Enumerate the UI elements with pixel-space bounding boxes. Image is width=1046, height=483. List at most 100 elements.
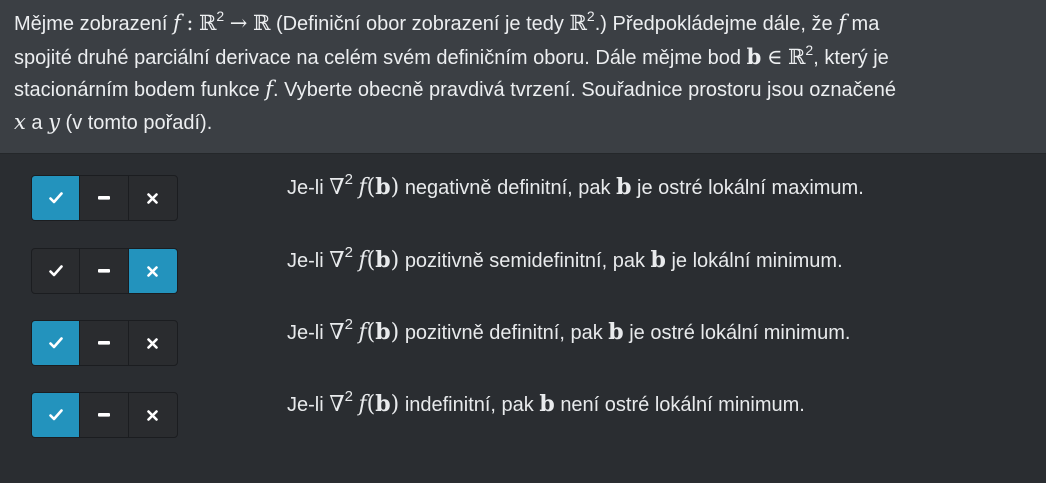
question-part: .) Předpokládejme dále, že [594,13,833,35]
statement-suffix: je ostré lokální minimum. [629,322,851,344]
question-part: . Vyberte obecně pravdivá tvrzení. Souřa… [273,79,896,101]
answer-toggle-group [31,175,178,221]
true-button[interactable] [32,393,81,437]
math-exponent: 2 [344,171,353,188]
math-paren: ( [366,320,376,345]
x-icon [147,337,159,349]
neutral-button[interactable] [80,176,129,220]
options-list: Je-li ∇2 f(b) negativně definitní, pak b… [0,154,1046,482]
x-icon [147,409,159,421]
math-b: b [608,319,624,345]
option-row: Je-li ∇2 f(b) pozitivně definitní, pak b… [0,317,1046,380]
math-paren: ) [390,320,400,345]
statement-suffix: je ostré lokální maximum. [637,177,864,199]
statement-prefix: Je-li [287,177,324,199]
math-b: b [616,174,632,200]
math-b: b [650,247,666,273]
neutral-button[interactable] [80,393,129,437]
math-set: ℝ [198,11,217,35]
dash-icon [98,196,111,200]
x-icon [147,265,159,277]
true-button[interactable] [32,321,81,365]
math-exponent: 2 [344,316,353,333]
math-set: ℝ [252,11,271,35]
math-paren: ) [390,248,400,273]
question-part: (Definiční obor zobrazení je tedy [275,13,564,35]
statement-mid: pozitivně semidefinitní, pak [404,250,645,272]
answer-toggle-group [31,248,178,294]
statement-mid: negativně definitní, pak [404,177,611,199]
math-paren: ) [390,392,400,417]
math-y: y [48,109,60,134]
statement-prefix: Je-li [287,250,324,272]
true-button[interactable] [32,176,81,220]
question-part: ma [851,13,880,35]
check-icon [48,265,63,277]
math-nabla: ∇ [329,175,345,200]
neutral-button[interactable] [80,249,129,293]
math-b: b [375,174,391,200]
math-exponent: 2 [344,388,353,405]
statement-text: Je-li ∇2 f(b) pozitivně semidefinitní, p… [287,245,843,276]
math-paren: ) [390,175,400,200]
math-paren: ( [366,248,376,273]
math-f: f [358,175,367,200]
math-f: f [358,248,367,273]
question-text: Mějme zobrazení f : ℝ2 → ℝ (Definiční ob… [0,0,1046,154]
question-part: a [31,111,43,134]
math-exponent: 2 [344,244,353,261]
question-part: , který je [813,46,889,69]
math-b: b [375,319,391,345]
math-b: b [539,391,555,417]
statement-prefix: Je-li [287,322,324,344]
option-row: Je-li ∇2 f(b) negativně definitní, pak b… [0,172,1046,235]
math-x: x [14,109,26,134]
check-icon [48,192,63,204]
math-exponent: 2 [216,8,225,24]
false-button[interactable] [129,176,177,220]
math-arrow: → [229,11,248,35]
dash-icon [98,341,111,345]
false-button[interactable] [129,321,177,365]
math-set: ℝ [569,11,587,35]
statement-prefix: Je-li [287,394,324,416]
math-f: f [358,320,367,345]
question-part: (v tomto pořadí). [65,111,213,134]
math-nabla: ∇ [329,392,345,417]
dash-icon [98,413,111,417]
x-icon [147,192,159,204]
answer-toggle-group [31,392,178,438]
option-row: Je-li ∇2 f(b) indefinitní, pak b není os… [0,389,1046,452]
question-part: spojité druhé parciální derivace na celé… [14,46,742,69]
math-exponent: 2 [586,8,595,24]
answer-toggle-group [31,320,178,366]
math-b: b [375,391,391,417]
false-button[interactable] [128,249,177,293]
math-paren: ( [366,392,376,417]
math-f: f [172,11,181,35]
math-f: f [358,392,367,417]
math-paren: ( [366,175,376,200]
neutral-button[interactable] [80,321,129,365]
statement-mid: indefinitní, pak [404,394,534,416]
statement-suffix: je lokální minimum. [671,250,843,272]
statement-text: Je-li ∇2 f(b) pozitivně definitní, pak b… [287,317,850,348]
math-b: b [746,43,762,69]
true-button[interactable] [32,249,81,293]
check-icon [48,337,63,349]
statement-text: Je-li ∇2 f(b) negativně definitní, pak b… [287,172,864,203]
false-button[interactable] [129,393,177,437]
check-icon [48,409,63,421]
math-nabla: ∇ [329,248,345,273]
statement-suffix: není ostré lokální minimum. [560,394,805,416]
question-part: stacionárním bodem funkce [14,79,260,101]
math-set: ℝ [787,44,806,69]
math-in: ∈ [766,44,783,69]
math-nabla: ∇ [329,320,345,345]
statement-mid: pozitivně definitní, pak [404,322,603,344]
option-row: Je-li ∇2 f(b) pozitivně semidefinitní, p… [0,245,1046,308]
dash-icon [98,269,111,273]
question-part: Mějme zobrazení [14,13,168,35]
math-f: f [265,77,274,101]
math-b: b [375,247,391,273]
